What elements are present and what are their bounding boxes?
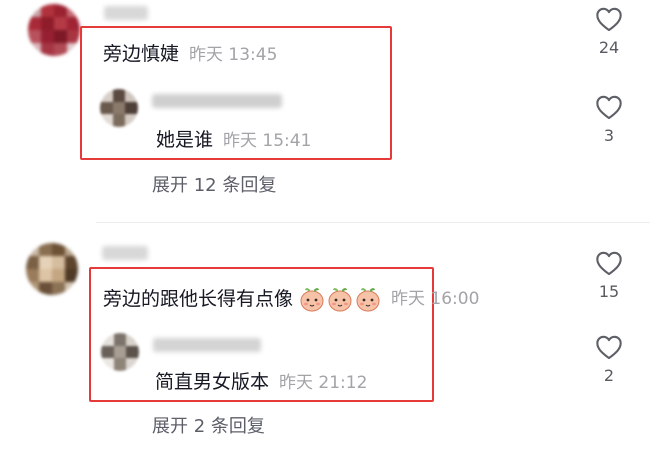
reply-like-count: 3 — [603, 126, 615, 145]
reply-row: 简直男女版本 昨天 21:12 — [155, 370, 367, 395]
reply-date: 昨天 — [279, 373, 314, 393]
comment-time: 13:45 — [228, 45, 278, 65]
heart-outline-icon[interactable] — [595, 250, 623, 276]
expand-suffix: 条回复 — [222, 175, 277, 196]
expand-replies-link[interactable]: 展开 12 条回复 — [152, 171, 276, 197]
reply-date: 昨天 — [223, 131, 258, 151]
reply-username-blurred[interactable] — [152, 94, 282, 108]
expand-suffix: 条回复 — [210, 416, 265, 437]
heart-outline-icon[interactable] — [595, 6, 623, 32]
reply-avatar[interactable] — [101, 333, 139, 371]
heart-outline-icon[interactable] — [595, 94, 623, 120]
peach-face-emoji — [300, 288, 324, 312]
reply-time: 15:41 — [262, 131, 312, 151]
comment-date: 昨天 — [391, 289, 426, 309]
avatar[interactable] — [28, 4, 80, 56]
comment-date: 昨天 — [189, 45, 224, 65]
like-count: 24 — [598, 38, 620, 57]
expand-replies-link[interactable]: 展开 2 条回复 — [152, 412, 265, 438]
emoji-group — [297, 286, 381, 312]
reply-row: 她是谁 昨天 15:41 — [156, 128, 311, 153]
peach-face-emoji — [356, 288, 380, 312]
reply-meta: 昨天 15:41 — [223, 129, 311, 153]
like-count: 15 — [598, 282, 620, 301]
comment-time: 16:00 — [430, 289, 480, 309]
avatar[interactable] — [26, 243, 78, 295]
expand-label: 展开 — [152, 175, 188, 196]
expand-label: 展开 — [152, 416, 188, 437]
comment-text: 旁边的跟他长得有点像 — [103, 288, 294, 310]
like-button[interactable]: 24 — [589, 6, 629, 57]
peach-face-emoji — [328, 288, 352, 312]
comment-text: 旁边慎婕 — [103, 43, 180, 65]
comment-divider — [96, 222, 650, 223]
heart-outline-icon[interactable] — [595, 334, 623, 360]
comment-row: 旁边慎婕 昨天 13:45 — [103, 42, 277, 67]
username-blurred[interactable] — [102, 246, 148, 260]
reply-meta: 昨天 21:12 — [279, 371, 367, 395]
comment-meta: 昨天 13:45 — [189, 43, 277, 67]
username-blurred[interactable] — [104, 6, 148, 20]
reply-avatar[interactable] — [100, 89, 138, 127]
reply-like-count: 2 — [603, 366, 615, 385]
reply-username-blurred[interactable] — [153, 338, 261, 352]
expand-count: 2 — [193, 416, 206, 437]
comment-meta: 昨天 16:00 — [391, 287, 479, 311]
expand-count: 12 — [193, 175, 217, 196]
reply-time: 21:12 — [318, 373, 368, 393]
reply-like-button[interactable]: 3 — [589, 94, 629, 145]
reply-text: 她是谁 — [156, 129, 214, 151]
like-button[interactable]: 15 — [589, 250, 629, 301]
reply-text: 简直男女版本 — [155, 371, 270, 393]
reply-like-button[interactable]: 2 — [589, 334, 629, 385]
comment-row: 旁边的跟他长得有点像 昨天 16:00 — [103, 286, 479, 312]
